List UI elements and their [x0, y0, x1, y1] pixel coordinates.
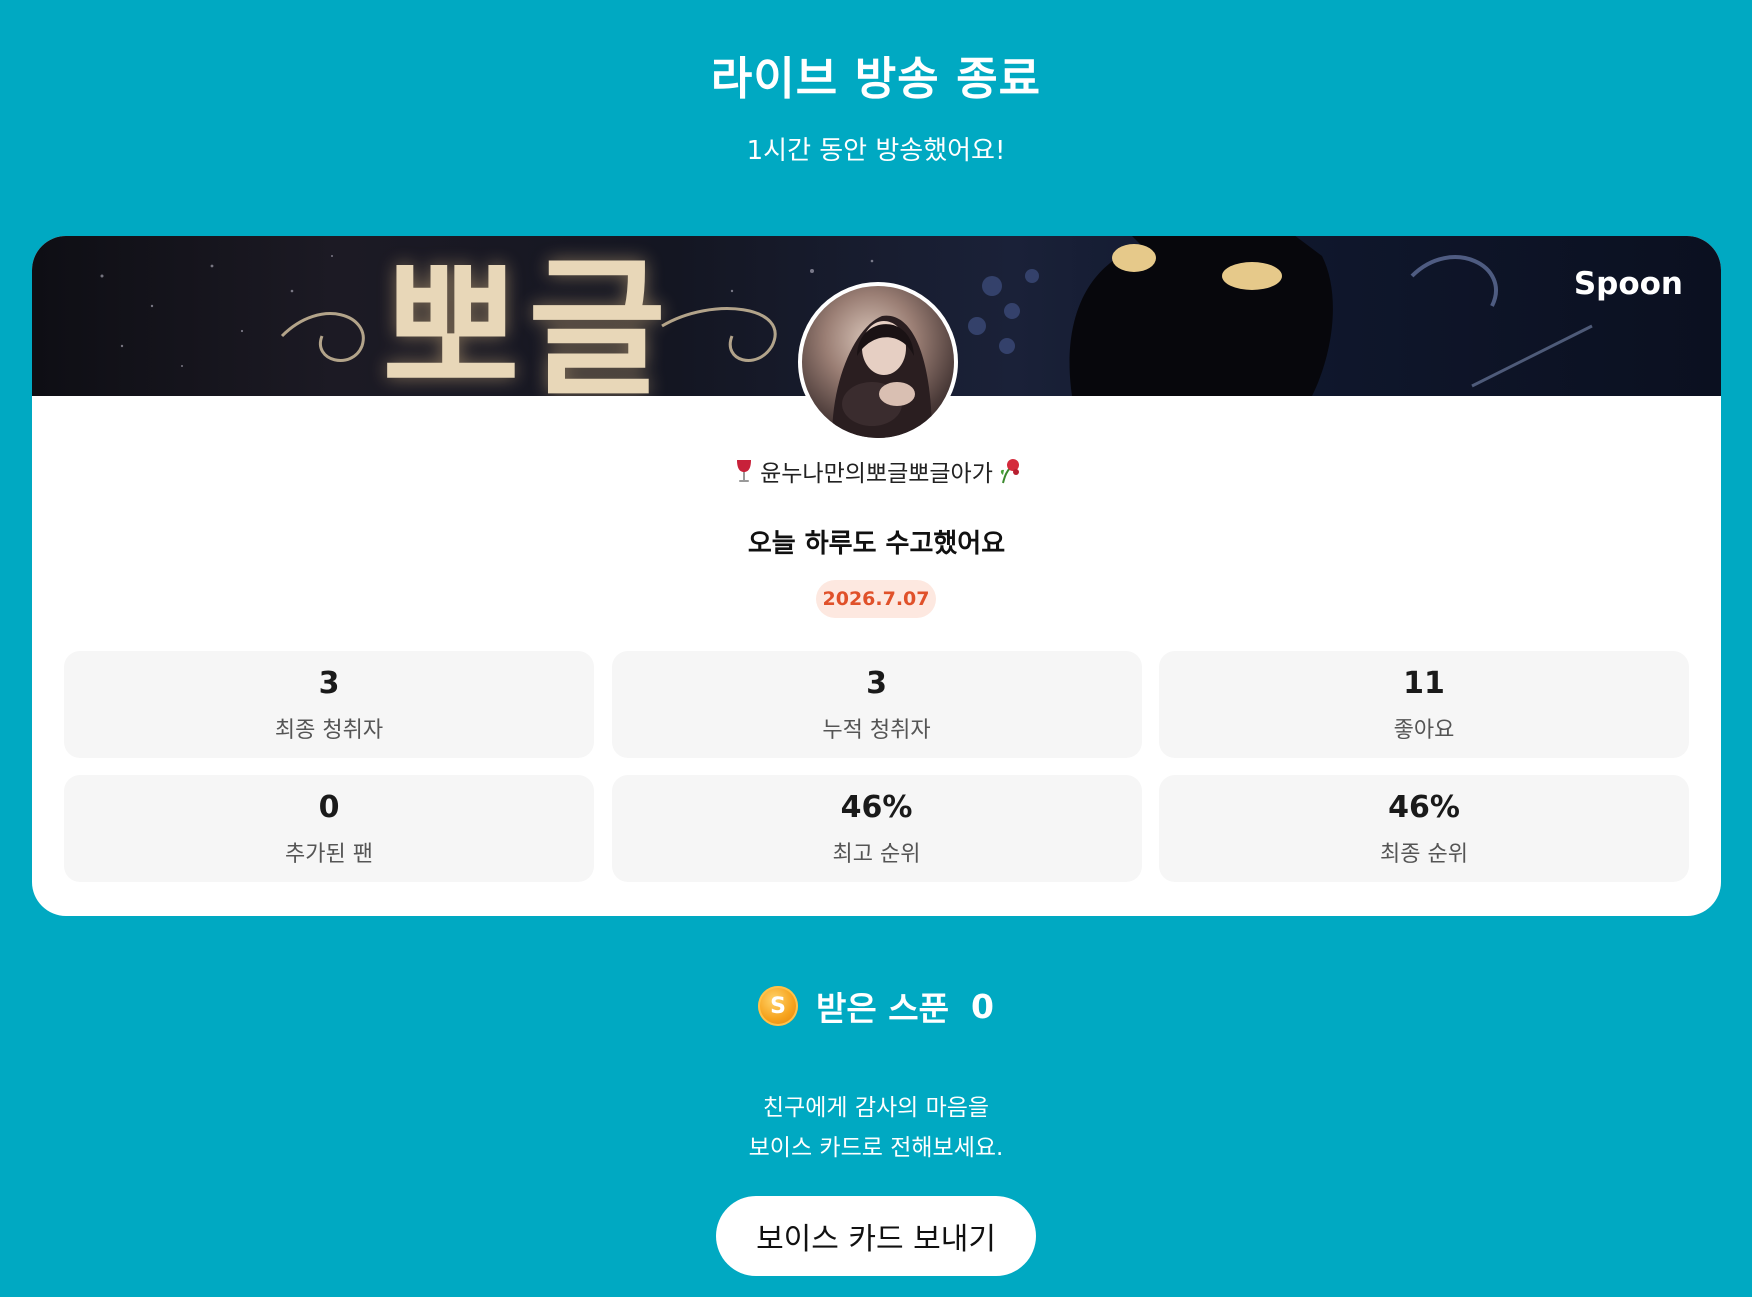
wine-glass-icon: [737, 460, 752, 482]
banner-title-text: 뽀글: [382, 241, 675, 396]
stat-value: 3: [866, 665, 887, 701]
voice-card-prompt-line1: 친구에게 감사의 마음을: [762, 1095, 990, 1121]
stat-new-fans: 0 추가된 팬: [64, 775, 594, 882]
page-title: 라이브 방송 종료: [710, 52, 1042, 105]
broadcast-date-badge: 2026.7.07: [816, 580, 936, 618]
avatar-image: [832, 315, 932, 438]
spoon-logo: Spoon: [1573, 266, 1683, 302]
dj-nickname-text: 윤누나만의뽀글뽀글아가: [760, 461, 993, 487]
wilted-rose-icon: [1000, 459, 1019, 484]
stat-label: 최종 청취자: [274, 717, 384, 743]
stat-value: 46%: [1388, 789, 1460, 825]
stat-value: 46%: [840, 789, 913, 825]
stat-label: 최고 순위: [832, 841, 921, 867]
stat-value: 3: [318, 665, 340, 701]
received-spoons-count: 0: [970, 986, 994, 1026]
stats-grid: 3 최종 청취자 3 누적 청취자 11 좋아요 0 추가된 팬 46% 최고 …: [64, 651, 1689, 882]
broadcast-end-screen: 라이브 방송 종료 1시간 동안 방송했어요! 뽀글 Spoon 윤누나만의뽀글…: [0, 0, 1752, 1297]
avatar[interactable]: [798, 282, 958, 442]
spoon-coin-icon: S: [758, 986, 799, 1026]
stat-final-rank: 46% 최종 순위: [1159, 775, 1689, 882]
greeting-message: 오늘 하루도 수고했어요: [747, 529, 1006, 559]
voice-card-prompt-line2: 보이스 카드로 전해보세요.: [748, 1135, 1004, 1161]
stat-best-rank: 46% 최고 순위: [611, 775, 1142, 882]
received-spoons: S 받은 스푼 0: [0, 982, 1752, 1030]
stat-value: 11: [1403, 665, 1445, 701]
broadcast-summary-card: 뽀글 Spoon 윤누나만의뽀글뽀글아가 오늘 하루도 수고했어요 2026.7…: [32, 236, 1721, 916]
stat-value: 0: [318, 789, 340, 825]
stat-label: 좋아요: [1393, 717, 1455, 743]
voice-card-prompt: 친구에게 감사의 마음을 보이스 카드로 전해보세요.: [0, 1088, 1752, 1168]
stat-likes: 11 좋아요: [1159, 651, 1689, 758]
broadcast-duration: 1시간 동안 방송했어요!: [746, 136, 1006, 166]
received-spoons-label: 받은 스푼: [816, 989, 949, 1028]
stat-final-listeners: 3 최종 청취자: [64, 651, 594, 758]
send-voice-card-button[interactable]: 보이스 카드 보내기: [716, 1196, 1036, 1276]
stat-label: 최종 순위: [1380, 841, 1468, 867]
stat-label: 추가된 팬: [285, 841, 373, 867]
stat-label: 누적 청취자: [822, 717, 931, 743]
stat-total-listeners: 3 누적 청취자: [611, 651, 1142, 758]
dj-nickname: 윤누나만의뽀글뽀글아가: [32, 454, 1721, 488]
